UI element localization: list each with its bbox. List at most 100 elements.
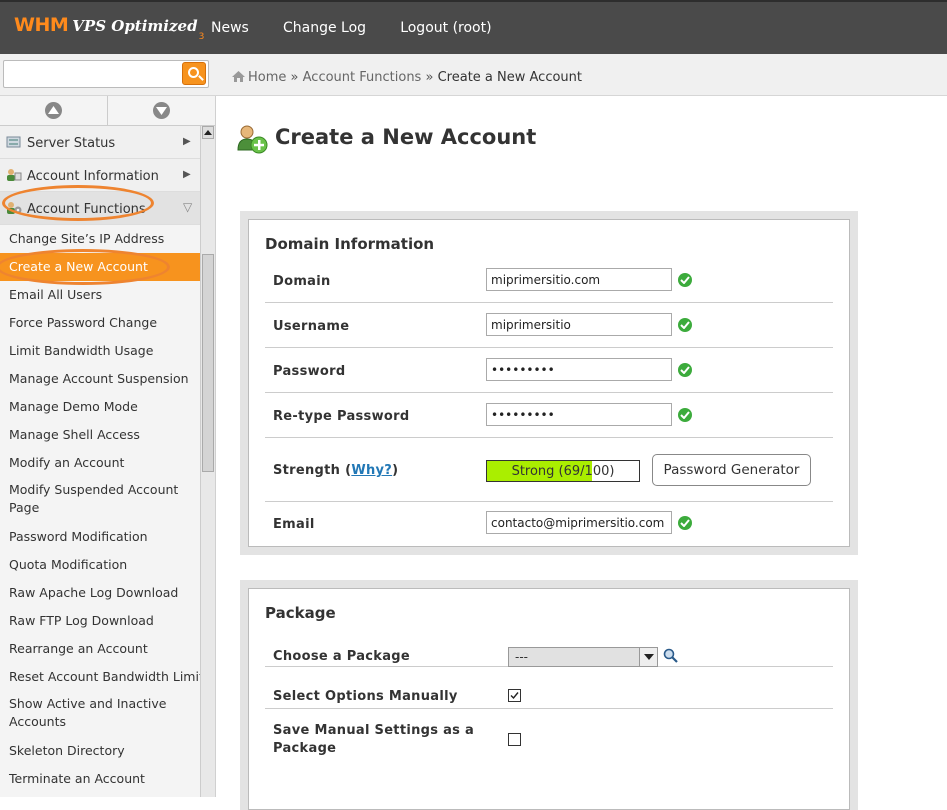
search-button[interactable] — [182, 62, 206, 85]
sidebar-item-reset-bandwidth[interactable]: Reset Account Bandwidth Limit — [0, 663, 204, 691]
nav-logout-link[interactable]: Logout (root) — [400, 20, 491, 36]
save-label-line1: Save Manual Settings as a — [273, 723, 475, 738]
top-bar: WHM VPS Optimized3 News Change Log Logout… — [0, 0, 947, 54]
retype-password-label: Re-type Password — [273, 409, 410, 424]
choose-package-label: Choose a Package — [273, 649, 411, 664]
sidebar-item-show-active-inactive[interactable]: Show Active and Inactive Accounts — [0, 691, 200, 737]
retype-password-row: Re-type Password — [265, 393, 833, 438]
sidebar-item-email-all-users[interactable]: Email All Users — [0, 281, 200, 309]
sidebar-item-manage-shell-access[interactable]: Manage Shell Access — [0, 421, 200, 449]
domain-row: Domain — [265, 258, 833, 303]
package-select-value: --- — [515, 650, 528, 664]
sidebar-item-manage-demo-mode[interactable]: Manage Demo Mode — [0, 393, 200, 421]
account-info-icon — [7, 169, 22, 181]
nav-changelog-link[interactable]: Change Log — [283, 20, 366, 36]
email-label: Email — [273, 517, 315, 532]
strength-row: Strength (Why?) Strong (69/100) Password… — [265, 438, 833, 502]
add-user-icon — [237, 125, 268, 154]
domain-information-panel: Domain Information Domain Username Passw… — [240, 211, 858, 555]
home-icon — [232, 71, 245, 82]
strength-label-text: Strength — [273, 463, 341, 478]
scrollbar-thumb[interactable] — [202, 254, 214, 472]
search-icon-handle — [198, 75, 204, 81]
sidebar-item-raw-apache-log[interactable]: Raw Apache Log Download — [0, 579, 200, 607]
domain-label: Domain — [273, 274, 331, 289]
sidebar-item-quota-modification[interactable]: Quota Modification — [0, 551, 200, 579]
save-manual-settings-label: Save Manual Settings as a Package — [273, 722, 474, 758]
sidebar-item-rearrange-account[interactable]: Rearrange an Account — [0, 635, 200, 663]
password-strength-meter: Strong (69/100) — [486, 460, 640, 482]
sidebar-item-password-modification[interactable]: Password Modification — [0, 523, 200, 551]
username-label: Username — [273, 319, 350, 334]
sidebar-item-modify-account[interactable]: Modify an Account — [0, 449, 200, 477]
domain-valid-check-icon — [678, 273, 692, 287]
password-row: Password — [265, 348, 833, 393]
select-options-manually-row: Select Options Manually — [265, 667, 833, 709]
sidebar-item-create-account[interactable]: Create a New Account — [0, 253, 200, 281]
sidebar-item-terminate-account[interactable]: Terminate an Account — [0, 765, 200, 793]
expand-arrow-icon: ▶ — [183, 169, 191, 180]
logo-subtitle: VPS Optimized — [72, 17, 198, 35]
domain-information-heading: Domain Information — [265, 235, 435, 253]
password-input[interactable] — [486, 358, 672, 381]
magnifier-icon[interactable] — [663, 648, 679, 664]
password-generator-button[interactable]: Password Generator — [652, 454, 811, 486]
breadcrumb-home-link[interactable]: Home — [248, 70, 286, 85]
email-row: Email — [265, 502, 833, 546]
server-icon — [6, 136, 21, 148]
top-nav: News Change Log Logout (root) — [211, 20, 522, 36]
scrollbar-up-arrow-icon[interactable] — [202, 126, 214, 139]
strength-label: Strength (Why?) — [273, 463, 399, 478]
package-select[interactable]: --- — [508, 647, 658, 667]
chevron-up-icon — [45, 102, 62, 119]
page-title: Create a New Account — [275, 125, 537, 149]
breadcrumb-separator: » — [290, 70, 299, 85]
sidebar-item-manage-suspension[interactable]: Manage Account Suspension — [0, 365, 200, 393]
save-manual-settings-row: Save Manual Settings as a Package — [265, 709, 833, 769]
sidebar-item-raw-ftp-log[interactable]: Raw FTP Log Download — [0, 607, 200, 635]
retype-password-input[interactable] — [486, 403, 672, 426]
username-valid-check-icon — [678, 318, 692, 332]
main-content: Create a New Account Domain Information … — [216, 96, 947, 810]
sidebar-item-skeleton-directory[interactable]: Skeleton Directory — [0, 737, 200, 765]
breadcrumb-section-link[interactable]: Account Functions — [303, 70, 422, 85]
select-options-manually-checkbox[interactable] — [508, 689, 521, 702]
scroll-down-button[interactable] — [108, 96, 215, 125]
email-input[interactable] — [486, 511, 672, 534]
nav-news-link[interactable]: News — [211, 20, 249, 36]
sidebar: Server Status ▶ Account Information ▶ Ac… — [0, 96, 216, 797]
password-valid-check-icon — [678, 363, 692, 377]
username-row: Username — [265, 303, 833, 348]
breadcrumb-current: Create a New Account — [437, 70, 582, 85]
strength-meter-text: Strong (69/100) — [511, 464, 615, 479]
search-row: Home » Account Functions » Create a New … — [0, 54, 947, 96]
logo-version: 3 — [198, 32, 205, 42]
breadcrumb-separator: » — [425, 70, 434, 85]
sidebar-section-server-status[interactable]: Server Status ▶ — [0, 126, 200, 159]
whm-logo[interactable]: WHM VPS Optimized3 — [14, 14, 205, 44]
sidebar-section-account-functions[interactable]: Account Functions ▽ — [0, 192, 200, 225]
save-manual-settings-checkbox[interactable] — [508, 733, 521, 746]
sidebar-section-account-information[interactable]: Account Information ▶ — [0, 159, 200, 192]
sidebar-item-change-ip[interactable]: Change Site’s IP Address — [0, 225, 200, 253]
package-panel: Package Choose a Package --- Select Opti… — [240, 580, 858, 810]
package-heading: Package — [265, 604, 336, 622]
breadcrumb: Home » Account Functions » Create a New … — [232, 70, 582, 85]
sidebar-item-modify-suspended-page[interactable]: Modify Suspended Account Page — [0, 477, 200, 523]
username-input[interactable] — [486, 313, 672, 336]
chevron-down-icon — [153, 102, 170, 119]
email-valid-check-icon — [678, 516, 692, 530]
scroll-up-button[interactable] — [0, 96, 108, 125]
sidebar-scrollbar[interactable] — [200, 126, 215, 797]
sidebar-item-force-password-change[interactable]: Force Password Change — [0, 309, 200, 337]
sidebar-item-limit-bandwidth[interactable]: Limit Bandwidth Usage — [0, 337, 200, 365]
search-input[interactable] — [3, 60, 209, 88]
strength-why-link[interactable]: Why? — [351, 463, 392, 478]
logo-text: WHM — [14, 14, 69, 36]
select-options-manually-label: Select Options Manually — [273, 689, 458, 704]
dropdown-arrow-icon[interactable] — [639, 648, 657, 666]
account-functions-icon — [7, 202, 22, 214]
sidebar-section-label: Account Functions — [27, 202, 146, 217]
password-label: Password — [273, 364, 346, 379]
domain-input[interactable] — [486, 268, 672, 291]
